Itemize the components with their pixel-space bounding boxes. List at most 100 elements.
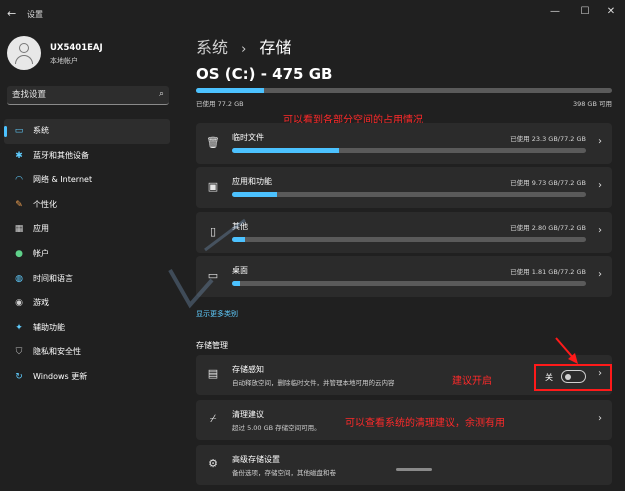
page-title: 存储 xyxy=(259,38,292,57)
sidebar-item-system[interactable]: ▭ 系统 xyxy=(4,119,170,144)
search-box[interactable]: ⌕ xyxy=(7,86,169,105)
cleanup-desc: 超过 5.00 GB 存储空间可用。 xyxy=(232,424,321,432)
sidebar-item-bluetooth[interactable]: ✱ 蓝牙和其他设备 xyxy=(4,144,170,169)
title-bar: ← 设置 — ☐ ✕ xyxy=(0,0,625,28)
category-card-apps[interactable]: ▣ 应用和功能 已使用 9.73 GB/77.2 GB › xyxy=(196,167,612,208)
sidebar-item-personalization[interactable]: ✎ 个性化 xyxy=(4,193,170,218)
chevron-right-icon: › xyxy=(241,42,247,57)
category-used: 已使用 1.81 GB/77.2 GB xyxy=(510,268,586,276)
chevron-right-icon: › xyxy=(598,225,602,236)
category-bar-fill xyxy=(232,237,245,242)
annotation-cleanup: 可以查看系统的清理建议，余测有用 xyxy=(345,418,505,429)
storage-sense-title: 存储感知 xyxy=(232,365,264,374)
shield-icon: ⛉ xyxy=(15,347,23,358)
sidebar-nav: ▭ 系统 ✱ 蓝牙和其他设备 ◠ 网络 & Internet ✎ 个性化 ▦ 应… xyxy=(4,119,170,390)
category-bar xyxy=(232,281,586,286)
category-name: 临时文件 xyxy=(232,133,264,142)
category-used: 已使用 23.3 GB/77.2 GB xyxy=(510,135,586,143)
category-bar xyxy=(232,192,586,197)
sidebar-item-network[interactable]: ◠ 网络 & Internet xyxy=(4,168,170,193)
advanced-storage-settings-row[interactable]: ⚙ 高级存储设置 备份选项，存储空间，其他磁盘和卷 xyxy=(196,445,612,485)
sidebar-item-label: 个性化 xyxy=(33,199,57,209)
sidebar-item-label: 应用 xyxy=(33,224,49,234)
account-name: UX5401EAJ xyxy=(50,43,103,53)
sidebar-item-label: 游戏 xyxy=(33,298,49,308)
category-bar-fill xyxy=(232,192,277,197)
annotation-arrow-icon xyxy=(555,337,578,364)
bluetooth-icon: ✱ xyxy=(15,150,23,161)
category-name: 其他 xyxy=(232,222,248,231)
search-input[interactable] xyxy=(12,88,152,102)
drive-used-label: 已使用 77.2 GB xyxy=(196,100,244,108)
show-more-categories-link[interactable]: 显示更多类别 xyxy=(196,309,238,319)
avatar-body-icon xyxy=(15,55,33,64)
sidebar-item-label: 网络 & Internet xyxy=(33,175,93,185)
chevron-right-icon: › xyxy=(598,413,602,424)
sidebar-item-label: 蓝牙和其他设备 xyxy=(33,150,89,160)
scroll-indicator[interactable] xyxy=(396,468,432,471)
category-used: 已使用 9.73 GB/77.2 GB xyxy=(510,179,586,187)
brush-icon: ✎ xyxy=(15,199,23,210)
sidebar-item-label: 辅助功能 xyxy=(33,322,65,332)
sidebar-item-accessibility[interactable]: ✦ 辅助功能 xyxy=(4,316,170,341)
avatar-head-icon xyxy=(19,43,29,53)
cleanup-title: 清理建议 xyxy=(232,410,264,419)
wifi-icon: ◠ xyxy=(15,175,23,186)
sidebar-item-label: 隐私和安全性 xyxy=(33,347,81,357)
sidebar-item-label: 系统 xyxy=(33,126,49,135)
broom-icon: ⌿ xyxy=(209,412,217,425)
sidebar-item-privacy[interactable]: ⛉ 隐私和安全性 xyxy=(4,340,170,365)
close-icon[interactable]: ✕ xyxy=(600,4,622,20)
search-icon[interactable]: ⌕ xyxy=(159,89,164,99)
maximize-icon[interactable]: ☐ xyxy=(574,4,596,20)
avatar[interactable] xyxy=(7,36,41,70)
app-title: 设置 xyxy=(27,10,43,19)
drive-usage-bar xyxy=(196,88,612,93)
category-bar-fill xyxy=(232,281,241,286)
storage-sense-desc: 自动释放空间，删除临时文件，并管理本地可用的云内容 xyxy=(232,379,395,387)
category-bar xyxy=(232,148,586,153)
chevron-right-icon: › xyxy=(598,136,602,147)
category-used: 已使用 2.80 GB/77.2 GB xyxy=(510,224,586,232)
category-bar-fill xyxy=(232,148,339,153)
back-arrow-icon[interactable]: ← xyxy=(7,7,16,20)
person-icon: ● xyxy=(15,248,23,259)
category-name: 桌面 xyxy=(232,266,248,275)
sidebar-item-windows-update[interactable]: ↻ Windows 更新 xyxy=(4,365,170,390)
globe-clock-icon: ◍ xyxy=(15,273,23,284)
sidebar-item-label: Windows 更新 xyxy=(33,371,88,381)
gamepad-icon: ◉ xyxy=(15,298,23,309)
chevron-right-icon: › xyxy=(598,180,602,191)
desktop-icon: ▭ xyxy=(207,269,219,282)
minimize-icon[interactable]: — xyxy=(544,4,566,20)
sidebar-item-accounts[interactable]: ● 帐户 xyxy=(4,242,170,267)
category-name: 应用和功能 xyxy=(232,177,272,186)
annotation-sense: 建议开启 xyxy=(452,376,492,387)
breadcrumb-parent[interactable]: 系统 xyxy=(196,38,228,57)
category-card-other[interactable]: ▯ 其他 已使用 2.80 GB/77.2 GB › xyxy=(196,212,612,253)
chevron-right-icon: › xyxy=(598,269,602,280)
apps-features-icon: ▣ xyxy=(207,180,219,193)
advanced-title: 高级存储设置 xyxy=(232,455,280,464)
storage-sense-icon: ▤ xyxy=(207,367,219,380)
drive-usage-fill xyxy=(196,88,264,93)
sidebar-item-label: 帐户 xyxy=(33,248,49,258)
advanced-desc: 备份选项，存储空间，其他磁盘和卷 xyxy=(232,469,336,477)
account-type: 本地帐户 xyxy=(50,57,78,65)
category-bar xyxy=(232,237,586,242)
sidebar-item-time-language[interactable]: ◍ 时间和语言 xyxy=(4,267,170,292)
category-card-temp[interactable]: 🗑 临时文件 已使用 23.3 GB/77.2 GB › xyxy=(196,123,612,164)
apps-icon: ▦ xyxy=(14,224,24,235)
trash-icon: 🗑 xyxy=(206,136,220,149)
drive-title: OS (C:) - 475 GB xyxy=(196,65,333,83)
breadcrumb: 系统 › 存储 xyxy=(196,34,291,58)
drive-free-label: 398 GB 可用 xyxy=(572,100,612,108)
storage-management-title: 存储管理 xyxy=(196,341,228,350)
sidebar-item-apps[interactable]: ▦ 应用 xyxy=(4,217,170,242)
update-icon: ↻ xyxy=(15,371,23,382)
sidebar-item-gaming[interactable]: ◉ 游戏 xyxy=(4,291,170,316)
document-icon: ▯ xyxy=(209,225,217,238)
annotation-highlight-box xyxy=(534,364,612,391)
category-card-desktop[interactable]: ▭ 桌面 已使用 1.81 GB/77.2 GB › xyxy=(196,256,612,297)
monitor-icon: ▭ xyxy=(14,126,24,136)
